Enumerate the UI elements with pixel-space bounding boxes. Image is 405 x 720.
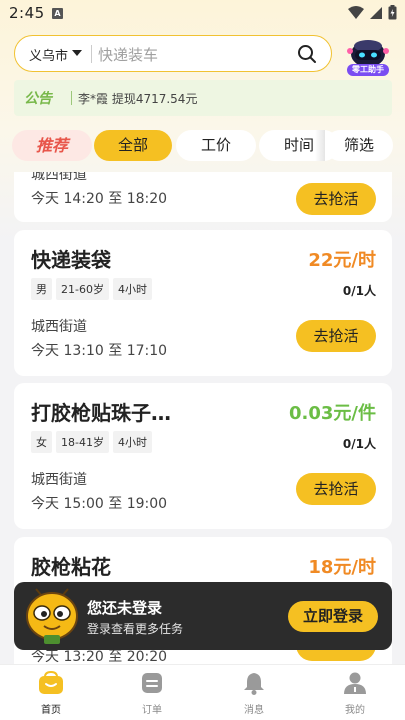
job-tag-age: 21-60岁 <box>56 278 109 300</box>
search-bar[interactable]: 义乌市 快递装车 <box>14 35 332 72</box>
search-divider <box>91 45 92 63</box>
notice-text: 李*霞 提现4717.54元 <box>78 92 198 106</box>
job-tags: 女 18-41岁 4小时 <box>31 431 152 453</box>
job-time: 今天 15:00 至 19:00 <box>31 496 168 512</box>
job-tags: 男 21-60岁 4小时 <box>31 278 152 300</box>
job-pay: 18元/时 <box>308 557 376 578</box>
job-location: 城西街道 <box>31 172 87 183</box>
tab-filter[interactable]: 筛选 <box>325 130 393 161</box>
job-title: 胶枪粘花 <box>31 555 111 579</box>
tab-all[interactable]: 全部 <box>94 130 172 161</box>
job-tag-duration: 4小时 <box>112 431 152 453</box>
notice-banner[interactable]: 公告 李*霞 提现4717.54元 <box>14 80 392 116</box>
status-icons <box>348 5 397 20</box>
nav-messages-label: 消息 <box>244 705 264 716</box>
status-time: 2:45 <box>9 4 45 22</box>
job-tag-gender: 女 <box>31 431 52 453</box>
nav-home-label: 首页 <box>41 705 61 716</box>
nav-profile[interactable]: 我的 <box>325 671 385 716</box>
signal-icon <box>370 6 382 19</box>
job-title: 打胶枪贴珠子… <box>31 401 171 425</box>
search-icon[interactable] <box>297 44 317 64</box>
bottom-nav: 首页 订单 消息 我的 <box>0 664 405 720</box>
profile-icon <box>344 672 366 694</box>
tab-recommend[interactable]: 推荐 <box>12 130 92 161</box>
tab-scroll-shadow <box>315 130 325 161</box>
nav-profile-label: 我的 <box>345 705 365 716</box>
bell-icon <box>244 673 264 695</box>
grab-job-button[interactable]: 去抢活 <box>296 183 376 215</box>
job-pay: 0.03元/件 <box>289 403 376 424</box>
caret-down-icon[interactable] <box>72 50 82 56</box>
job-tag-age: 18-41岁 <box>56 431 109 453</box>
job-pay: 22元/时 <box>308 250 376 271</box>
job-title: 快递装袋 <box>31 248 111 272</box>
order-icon <box>142 673 162 693</box>
assistant-label: 零工助手 <box>352 65 384 74</box>
job-time: 今天 13:10 至 17:10 <box>31 343 168 359</box>
job-location: 城西街道 <box>31 319 87 335</box>
notice-separator <box>71 91 72 105</box>
search-input[interactable]: 快递装车 <box>98 44 158 65</box>
ant-mascot-icon <box>26 588 78 644</box>
notification-icon: A <box>52 8 63 19</box>
status-bar: 2:45 A <box>0 0 405 28</box>
job-headcount: 0/1人 <box>342 437 376 451</box>
job-card[interactable]: 打胶枪贴珠子… 0.03元/件 女 18-41岁 4小时 0/1人 城西街道 今… <box>14 383 392 529</box>
login-subtitle: 登录查看更多任务 <box>87 622 184 636</box>
nav-orders-label: 订单 <box>142 705 162 716</box>
job-tag-gender: 男 <box>31 278 52 300</box>
assistant-robot-button[interactable]: 零工助手 <box>344 37 392 77</box>
job-headcount: 0/1人 <box>342 284 376 298</box>
tab-wage[interactable]: 工价 <box>176 130 256 161</box>
job-card[interactable]: 城西街道 今天 14:20 至 18:20 去抢活 <box>14 172 392 222</box>
login-button[interactable]: 立即登录 <box>288 601 378 632</box>
login-prompt-banner[interactable]: 您还未登录 登录查看更多任务 立即登录 <box>14 582 392 650</box>
job-tag-duration: 4小时 <box>112 278 152 300</box>
notice-tag: 公告 <box>24 91 52 107</box>
job-location: 城西街道 <box>31 472 87 488</box>
login-title: 您还未登录 <box>87 599 163 617</box>
job-card[interactable]: 快递装袋 22元/时 男 21-60岁 4小时 0/1人 城西街道 今天 13:… <box>14 230 392 376</box>
wifi-icon <box>348 5 364 19</box>
home-bag-icon <box>39 670 63 694</box>
job-time: 今天 14:20 至 18:20 <box>31 191 168 207</box>
grab-job-button[interactable]: 去抢活 <box>296 473 376 505</box>
city-selector[interactable]: 义乌市 <box>29 45 68 64</box>
battery-icon <box>388 5 397 20</box>
grab-job-button[interactable]: 去抢活 <box>296 320 376 352</box>
nav-home[interactable]: 首页 <box>21 670 81 716</box>
filter-tabs: 推荐 全部 工价 时间 筛选 <box>12 130 405 162</box>
nav-messages[interactable]: 消息 <box>224 671 284 716</box>
nav-orders[interactable]: 订单 <box>122 671 182 716</box>
